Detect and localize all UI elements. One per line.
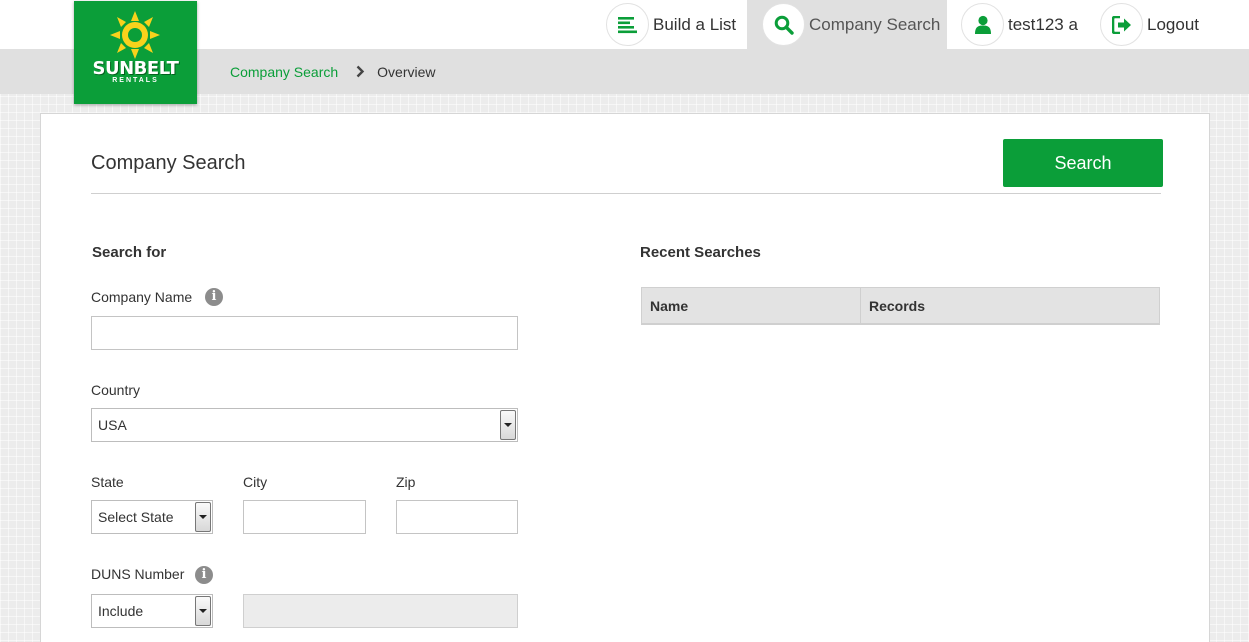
chevron-down-icon[interactable] (195, 596, 211, 626)
duns-number-input (243, 594, 518, 628)
nav-logout[interactable]: Logout (1100, 0, 1210, 49)
search-for-heading: Search for (92, 244, 167, 261)
breadcrumb-company-search-link[interactable]: Company Search (230, 64, 338, 80)
sun-logo-icon (110, 11, 160, 59)
nav-company-search[interactable]: Company Search (747, 0, 947, 49)
duns-mode-value: Include (98, 603, 144, 619)
logout-icon (1100, 3, 1143, 46)
company-search-panel: Company Search Search Search for Company… (40, 113, 1210, 642)
search-button[interactable]: Search (1003, 139, 1163, 187)
city-input[interactable] (243, 500, 366, 534)
nav-user-name: test123 a (1008, 14, 1078, 34)
title-divider (91, 193, 1161, 194)
nav-logout-label: Logout (1147, 14, 1199, 34)
sunbelt-logo[interactable]: SUNBELT RENTALS (74, 1, 197, 104)
page-title: Company Search (91, 152, 246, 174)
duns-number-label: DUNS Number (91, 566, 185, 582)
info-icon[interactable]: i (195, 566, 213, 584)
chevron-down-icon[interactable] (500, 410, 516, 440)
chevron-right-icon (356, 65, 365, 78)
logo-wordmark: SUNBELT (92, 58, 179, 79)
country-label: Country (91, 382, 141, 398)
company-name-input[interactable] (91, 316, 518, 350)
zip-label: Zip (396, 474, 416, 490)
info-icon[interactable]: i (205, 288, 223, 306)
search-icon (762, 3, 805, 46)
chevron-down-icon[interactable] (195, 502, 211, 532)
breadcrumb-current: Overview (377, 63, 436, 80)
state-select-value: Select State (98, 509, 174, 525)
breadcrumb: Company Search Overview (230, 49, 436, 94)
list-icon (606, 3, 649, 46)
company-name-label: Company Name (91, 289, 193, 305)
column-header-name[interactable]: Name (642, 288, 860, 324)
logo-subtitle: RENTALS (112, 77, 159, 84)
zip-input[interactable] (396, 500, 518, 534)
nav-build-a-list[interactable]: Build a List (606, 0, 746, 49)
nav-user-profile[interactable]: test123 a (961, 0, 1086, 49)
state-label: State (91, 474, 124, 490)
nav-build-a-list-label: Build a List (653, 14, 737, 34)
duns-mode-select[interactable]: Include (91, 594, 213, 628)
country-select-value: USA (98, 417, 127, 433)
nav-company-search-label: Company Search (809, 14, 941, 34)
recent-searches-table: Name Records (641, 287, 1160, 325)
country-select[interactable]: USA (91, 408, 518, 442)
column-header-records[interactable]: Records (861, 288, 1159, 324)
state-select[interactable]: Select State (91, 500, 213, 534)
city-label: City (243, 474, 268, 490)
recent-searches-heading: Recent Searches (640, 244, 761, 261)
user-icon (961, 3, 1004, 46)
